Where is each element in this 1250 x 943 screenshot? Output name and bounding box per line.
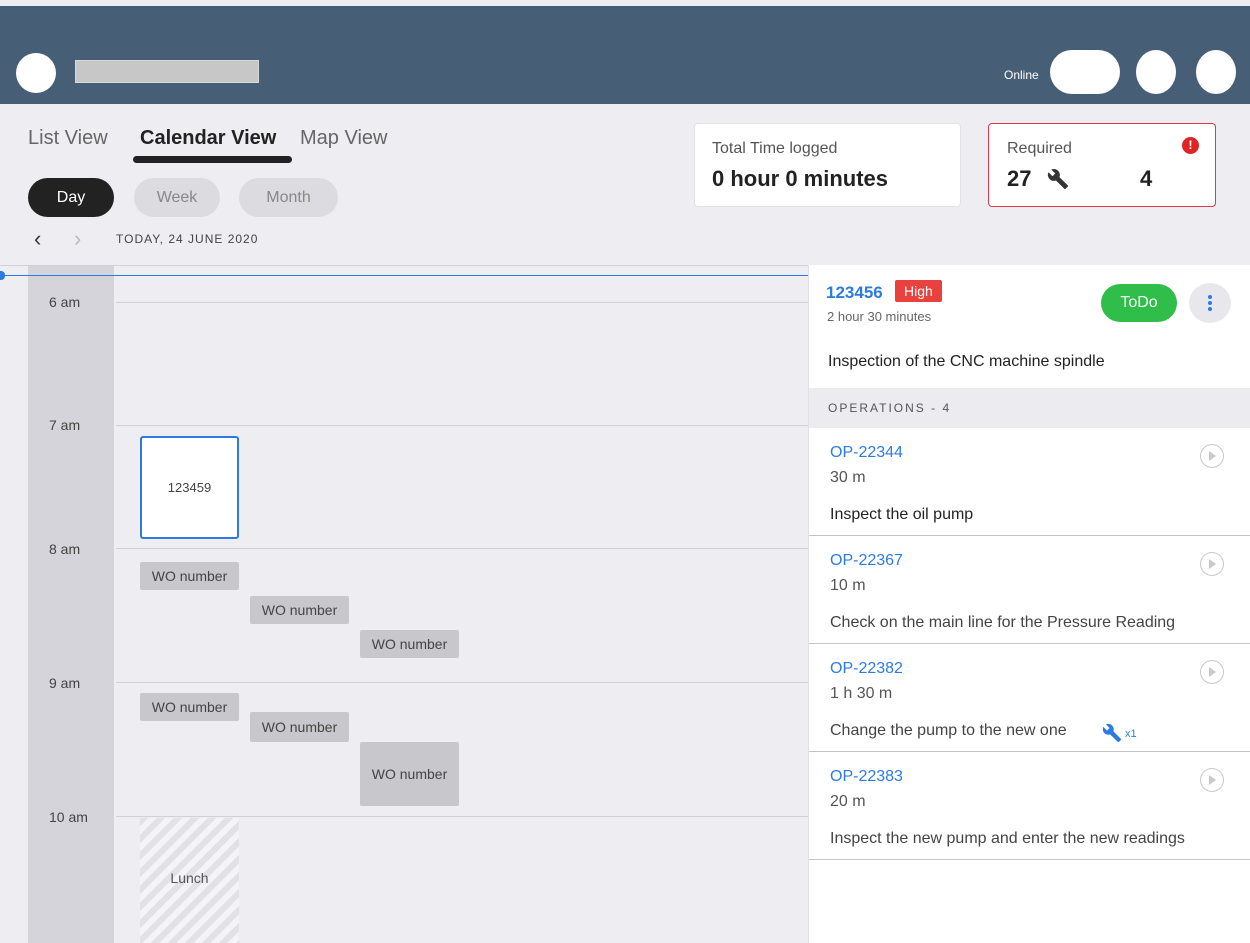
work-order-block[interactable]: WO number <box>140 693 239 721</box>
range-month-button[interactable]: Month <box>239 178 338 217</box>
tab-list-view[interactable]: List View <box>28 127 108 150</box>
work-order-block[interactable]: WO number <box>140 562 239 590</box>
operation-duration: 20 m <box>830 793 866 810</box>
required-card[interactable]: Required 27 4 ! <box>988 123 1216 207</box>
operation-code[interactable]: OP-22383 <box>830 768 903 786</box>
play-circle-icon[interactable] <box>1200 552 1224 576</box>
chevron-right-icon[interactable]: › <box>74 228 81 250</box>
work-order-block[interactable]: WO number <box>250 596 349 624</box>
operation-text: Change the pump to the new one <box>830 722 1067 739</box>
operation-duration: 10 m <box>830 577 866 594</box>
more-vertical-icon[interactable] <box>1189 283 1231 323</box>
required-tools-count: 27 <box>1007 166 1032 191</box>
time-column <box>28 266 114 943</box>
current-date-label: TODAY, 24 JUNE 2020 <box>116 232 259 246</box>
work-order-block[interactable]: WO number <box>360 742 459 806</box>
work-order-block[interactable]: WO number <box>360 630 459 658</box>
operation-item[interactable]: OP-22367 10 m Check on the main line for… <box>809 536 1250 644</box>
work-order-detail-panel: 123456 High 2 hour 30 minutes ToDo Inspe… <box>808 265 1250 943</box>
operation-code[interactable]: OP-22344 <box>830 444 903 462</box>
hour-label: 6 am <box>49 294 81 310</box>
operation-text: Inspect the new pump and enter the new r… <box>830 830 1185 847</box>
hour-label: 7 am <box>49 417 81 433</box>
hour-line <box>116 302 808 303</box>
operation-text: Inspect the oil pump <box>830 506 974 523</box>
play-circle-icon[interactable] <box>1200 444 1224 468</box>
total-time-card: Total Time logged 0 hour 0 minutes <box>694 123 961 207</box>
status-button[interactable]: ToDo <box>1101 284 1177 322</box>
operation-text: Check on the main line for the Pressure … <box>830 614 1176 631</box>
play-circle-icon[interactable] <box>1200 768 1224 792</box>
online-status-label: Online <box>1004 68 1039 82</box>
wrench-icon <box>1101 723 1123 748</box>
total-time-label: Total Time logged <box>712 140 838 157</box>
app-title-placeholder <box>75 60 259 83</box>
total-time-value: 0 hour 0 minutes <box>712 166 889 191</box>
calendar-top-divider <box>0 265 808 266</box>
work-order-id[interactable]: 123456 <box>826 283 883 303</box>
app-header: Online <box>0 6 1250 104</box>
current-time-line <box>0 275 808 276</box>
current-time-marker <box>0 271 5 280</box>
hour-label: 8 am <box>49 541 81 557</box>
operation-item[interactable]: OP-22382 1 h 30 m Change the pump to the… <box>809 644 1250 752</box>
tab-calendar-view[interactable]: Calendar View <box>140 127 276 150</box>
chevron-left-icon[interactable]: ‹ <box>34 228 41 250</box>
work-order-duration: 2 hour 30 minutes <box>827 309 932 324</box>
hour-label: 9 am <box>49 675 81 691</box>
alert-icon: ! <box>1182 137 1199 154</box>
hour-line <box>116 816 808 817</box>
lunch-block: Lunch <box>140 818 239 943</box>
active-tab-indicator <box>133 156 292 163</box>
hour-line <box>116 425 808 426</box>
hour-label: 10 am <box>49 809 88 825</box>
header-button-1[interactable] <box>1136 50 1176 94</box>
hour-line <box>116 548 808 549</box>
operation-code[interactable]: OP-22382 <box>830 660 903 678</box>
play-circle-icon[interactable] <box>1200 660 1224 684</box>
hour-line <box>116 682 808 683</box>
operation-code[interactable]: OP-22367 <box>830 552 903 570</box>
operation-item[interactable]: OP-22383 20 m Inspect the new pump and e… <box>809 752 1250 860</box>
work-order-description: Inspection of the CNC machine spindle <box>828 353 1105 370</box>
required-label: Required <box>1007 140 1072 157</box>
header-button-2[interactable] <box>1196 50 1236 94</box>
range-week-button[interactable]: Week <box>134 178 220 217</box>
priority-badge: High <box>895 280 942 302</box>
operations-header: OPERATIONS - 4 <box>809 388 1250 428</box>
range-day-button[interactable]: Day <box>28 178 114 217</box>
work-order-block[interactable]: WO number <box>250 712 349 742</box>
tool-quantity: x1 <box>1125 728 1137 740</box>
required-count: 4 <box>1140 166 1153 191</box>
operation-duration: 1 h 30 m <box>830 685 893 702</box>
operation-duration: 30 m <box>830 469 866 486</box>
user-avatar[interactable] <box>16 53 56 93</box>
tab-map-view[interactable]: Map View <box>300 127 387 150</box>
selected-work-order[interactable]: 123459 <box>140 436 239 539</box>
wrench-icon <box>1047 168 1069 195</box>
online-toggle[interactable] <box>1050 50 1120 94</box>
operation-item[interactable]: OP-22344 30 m Inspect the oil pump <box>809 428 1250 536</box>
